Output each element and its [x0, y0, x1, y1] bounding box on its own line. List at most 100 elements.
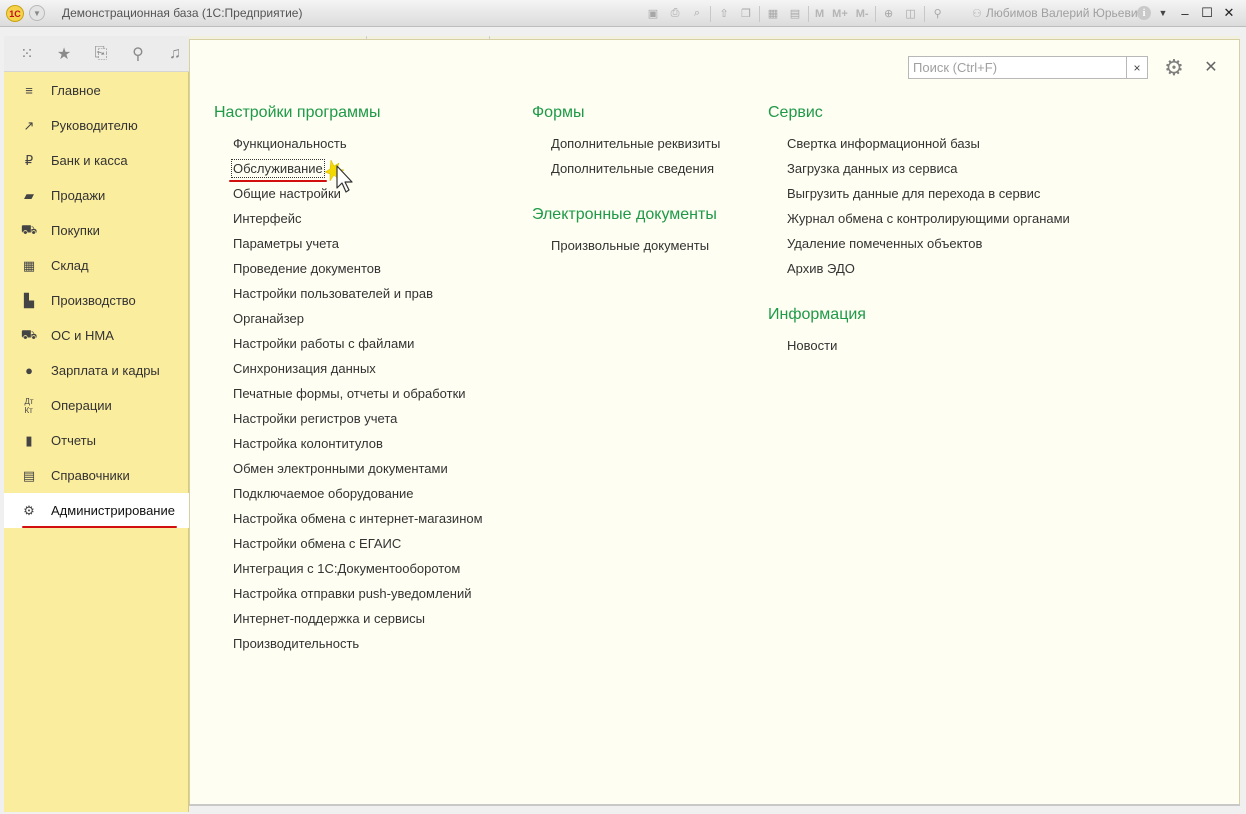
settings-link[interactable]: Настройки обмена с ЕГАИС	[233, 536, 401, 551]
settings-gear-icon[interactable]: ⚙	[1159, 55, 1189, 81]
sidebar-item-label: Зарплата и кадры	[51, 363, 160, 378]
search-input[interactable]	[909, 57, 1126, 78]
settings-link[interactable]: Настройки регистров учета	[233, 411, 397, 426]
forms-link[interactable]: Дополнительные сведения	[551, 161, 714, 176]
memory-minus-button[interactable]: M-	[854, 5, 871, 23]
settings-link[interactable]: Функциональность	[233, 136, 347, 151]
upload-icon[interactable]: ⇧	[715, 5, 733, 23]
trend-icon: ↗	[23, 117, 35, 133]
panel-icon[interactable]: ◫	[902, 5, 920, 23]
window-controls: i ▼ – ☐ ✕	[1137, 4, 1239, 22]
history-icon[interactable]: ⎘	[89, 42, 113, 66]
highlight-underline-maintenance	[229, 180, 327, 182]
settings-link[interactable]: Органайзер	[233, 311, 304, 326]
sidebar-item-main[interactable]: ≡ Главное	[4, 73, 189, 108]
sidebar-item-label: Производство	[51, 293, 136, 308]
sidebar-item-reports[interactable]: ▮ Отчеты	[4, 423, 189, 458]
window-titlebar: 1С ▼ Демонстрационная база (1С:Предприят…	[0, 0, 1246, 27]
maximize-button[interactable]: ☐	[1197, 4, 1217, 22]
preview-icon[interactable]: ⌕	[688, 5, 706, 23]
settings-link[interactable]: Настройки пользователей и прав	[233, 286, 433, 301]
sidebar-item-manager[interactable]: ↗ Руководителю	[4, 108, 189, 143]
user-name: Любимов Валерий Юрьевич	[985, 6, 1144, 20]
memory-plus-button[interactable]: M+	[830, 5, 850, 23]
dt-kt-icon: Дт Кт	[24, 396, 34, 415]
1c-logo-icon[interactable]: 1С	[6, 5, 24, 22]
truck-icon: ⛟	[20, 326, 38, 342]
tools-icon[interactable]: ⚲	[929, 5, 947, 23]
save-icon[interactable]: ▣	[644, 5, 662, 23]
settings-link[interactable]: Интернет-поддержка и сервисы	[233, 611, 425, 626]
service-link[interactable]: Журнал обмена с контролирующими органами	[787, 211, 1070, 226]
sidebar-item-label: Главное	[51, 83, 101, 98]
settings-link[interactable]: Настройка отправки push-уведомлений	[233, 586, 471, 601]
sidebar-item-catalogs[interactable]: ▤ Справочники	[4, 458, 189, 493]
menu-lines-icon: ≡	[25, 83, 33, 98]
sidebar-item-label: Склад	[51, 258, 89, 273]
forms-link[interactable]: Дополнительные реквизиты	[551, 136, 720, 151]
sidebar-item-assets[interactable]: ⛟ ОС и НМА	[4, 318, 189, 353]
sidebar-item-administration[interactable]: ⚙ Администрирование	[4, 493, 189, 528]
service-link[interactable]: Свертка информационной базы	[787, 136, 980, 151]
copy-icon[interactable]: ❐	[737, 5, 755, 23]
ruble-coin-icon: ₽	[24, 152, 34, 168]
settings-link[interactable]: Проведение документов	[233, 261, 381, 276]
sidebar-item-warehouse[interactable]: ▦ Склад	[4, 248, 189, 283]
sections-toolbar: ⁙ ★ ⎘ ⚲ ♫	[4, 36, 189, 72]
main-menu-dropdown-icon[interactable]: ▼	[29, 5, 45, 21]
current-user[interactable]: ⚇ Любимов Валерий Юрьевич	[972, 6, 1144, 20]
service-link[interactable]: Выгрузить данные для перехода в сервис	[787, 186, 1040, 201]
calculator-icon[interactable]: ▦	[764, 5, 782, 23]
settings-link[interactable]: Параметры учета	[233, 236, 339, 251]
person-icon: ●	[25, 363, 33, 378]
apps-grid-icon[interactable]: ⁙	[15, 42, 39, 66]
zoom-icon[interactable]: ⊕	[880, 5, 898, 23]
chevron-down-icon[interactable]: ▼	[1153, 4, 1173, 22]
service-link[interactable]: Удаление помеченных объектов	[787, 236, 982, 251]
sidebar-item-operations[interactable]: Дт Кт Операции	[4, 388, 189, 423]
close-icon[interactable]: ✕	[1202, 58, 1220, 76]
highlight-underline	[22, 526, 177, 528]
settings-link[interactable]: Настройки работы с файлами	[233, 336, 414, 351]
settings-link[interactable]: Обслуживание	[231, 159, 325, 178]
settings-link[interactable]: Интеграция с 1С:Документооборотом	[233, 561, 460, 576]
calendar-icon[interactable]: ▤	[786, 5, 804, 23]
sidebar-item-sales[interactable]: ▰ Продажи	[4, 178, 189, 213]
print-icon[interactable]: ⎙	[666, 5, 684, 23]
settings-link[interactable]: Печатные формы, отчеты и обработки	[233, 386, 466, 401]
sidebar-item-label: Операции	[51, 398, 112, 413]
settings-link[interactable]: Настройка обмена с интернет-магазином	[233, 511, 483, 526]
settings-link[interactable]: Подключаемое оборудование	[233, 486, 414, 501]
sidebar-item-production[interactable]: ▙ Производство	[4, 283, 189, 318]
sidebar-item-label: Продажи	[51, 188, 106, 203]
section-title-settings: Настройки программы	[214, 104, 381, 121]
settings-link[interactable]: Обмен электронными документами	[233, 461, 448, 476]
service-link[interactable]: Архив ЭДО	[787, 261, 855, 276]
memory-button[interactable]: M	[813, 5, 826, 23]
search-icon[interactable]: ⚲	[126, 42, 150, 66]
sidebar-item-label: Отчеты	[51, 433, 96, 448]
settings-link[interactable]: Интерфейс	[233, 211, 301, 226]
gear-icon: ⚙	[23, 502, 35, 518]
close-window-button[interactable]: ✕	[1219, 4, 1239, 22]
clear-search-button[interactable]: ×	[1126, 56, 1148, 79]
minimize-button[interactable]: –	[1175, 4, 1195, 22]
info-icon[interactable]: i	[1137, 6, 1151, 20]
sidebar-item-payroll[interactable]: ● Зарплата и кадры	[4, 353, 189, 388]
sidebar-item-bank[interactable]: ₽ Банк и касса	[4, 143, 189, 178]
settings-link[interactable]: Синхронизация данных	[233, 361, 376, 376]
toolbar-icons: ▣ ⎙ ⌕ ⇧ ❐ ▦ ▤ M M+ M- ⊕ ◫ ⚲	[644, 4, 947, 23]
shopping-bag-icon: ▰	[24, 187, 34, 203]
bell-icon[interactable]: ♫	[163, 42, 187, 66]
section-title-edocs: Электронные документы	[532, 206, 717, 223]
settings-link[interactable]: Производительность	[233, 636, 359, 651]
sidebar-item-label: Банк и касса	[51, 153, 128, 168]
shopping-cart-icon: ⛟	[20, 221, 38, 237]
settings-link[interactable]: Настройка колонтитулов	[233, 436, 383, 451]
favorites-star-icon[interactable]: ★	[52, 42, 76, 66]
edocs-link[interactable]: Произвольные документы	[551, 238, 709, 253]
search-box[interactable]	[908, 56, 1127, 79]
sidebar-item-purchases[interactable]: ⛟ Покупки	[4, 213, 189, 248]
info-link[interactable]: Новости	[787, 338, 837, 353]
service-link[interactable]: Загрузка данных из сервиса	[787, 161, 958, 176]
